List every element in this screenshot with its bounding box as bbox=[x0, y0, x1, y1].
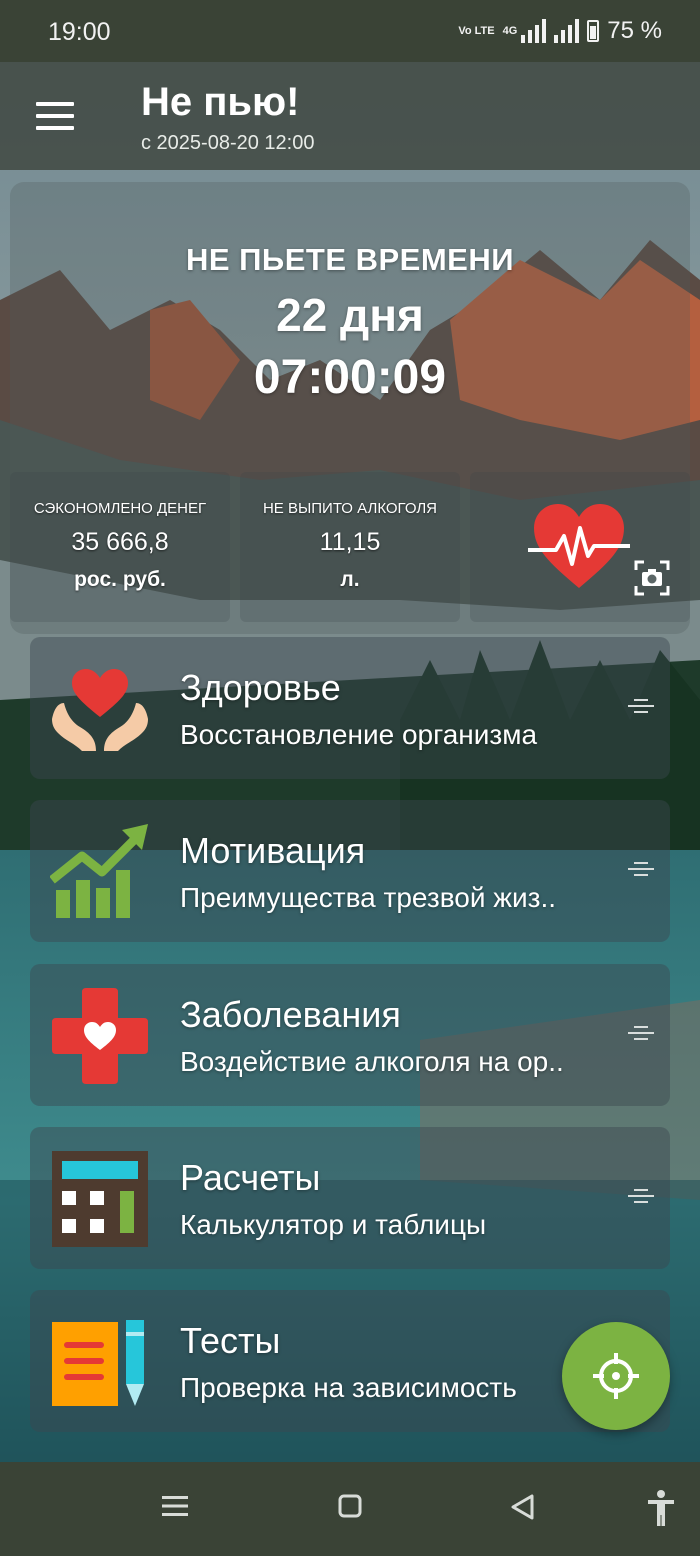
status-time: 19:00 bbox=[48, 18, 111, 46]
card-title: Здоровье bbox=[180, 667, 341, 708]
drag-handle-icon[interactable] bbox=[628, 862, 654, 882]
medical-cross-icon bbox=[52, 988, 148, 1084]
stat-unit: л. bbox=[340, 568, 360, 591]
heart-pulse-icon bbox=[528, 504, 630, 588]
card-title: Расчеты bbox=[180, 1157, 321, 1198]
battery-icon bbox=[587, 20, 600, 42]
drag-handle-icon[interactable] bbox=[628, 1189, 654, 1209]
signal-strength-2-icon bbox=[554, 19, 580, 43]
battery-percent: 75 % bbox=[607, 17, 662, 44]
back-icon[interactable] bbox=[510, 1494, 536, 1520]
stat-value: 11,15 bbox=[319, 528, 381, 556]
app-bar: Не пью! с 2025-08-20 12:00 bbox=[0, 62, 700, 170]
timer-days: 22 дня bbox=[276, 289, 424, 341]
calculator-icon bbox=[52, 1151, 148, 1247]
stat-value: 35 666,8 bbox=[71, 528, 169, 556]
app-subtitle: с 2025-08-20 12:00 bbox=[141, 132, 315, 154]
status-icons: Vo LTE 4G 75 % bbox=[458, 17, 662, 45]
notepad-pencil-icon bbox=[52, 1320, 144, 1406]
camera-icon[interactable] bbox=[634, 560, 670, 596]
system-navigation-bar bbox=[0, 1462, 700, 1556]
sobriety-timer-card: НЕ ПЬЕТЕ ВРЕМЕНИ 22 дня 07:00:09 СЭКОНОМ… bbox=[10, 182, 690, 634]
crosshair-fab-button[interactable] bbox=[562, 1322, 670, 1430]
stat-alcohol-not-drunk: НЕ ВЫПИТО АЛКОГОЛЯ 11,15 л. bbox=[240, 472, 460, 622]
card-description: Проверка на зависимость bbox=[180, 1372, 517, 1403]
card-health[interactable]: Здоровье Восстановление организма bbox=[30, 637, 670, 779]
heart-hands-icon bbox=[52, 669, 148, 751]
stat-money-saved: СЭКОНОМЛЕНО ДЕНЕГ 35 666,8 рос. руб. bbox=[10, 472, 230, 622]
recents-icon[interactable] bbox=[162, 1494, 188, 1518]
card-title: Заболевания bbox=[180, 994, 401, 1035]
stat-title: НЕ ВЫПИТО АЛКОГОЛЯ bbox=[262, 500, 438, 517]
card-description: Преимущества трезвой жиз.. bbox=[180, 882, 557, 913]
card-description: Восстановление организма bbox=[180, 719, 538, 750]
card-title: Тесты bbox=[180, 1320, 281, 1361]
status-bar: 19:00 Vo LTE 4G 75 % bbox=[0, 0, 700, 62]
crosshair-icon bbox=[593, 1353, 639, 1399]
growth-chart-icon bbox=[50, 824, 148, 918]
card-description: Калькулятор и таблицы bbox=[180, 1209, 487, 1240]
timer-label: НЕ ПЬЕТЕ ВРЕМЕНИ bbox=[185, 242, 515, 277]
timer-clock: 07:00:09 bbox=[253, 351, 447, 404]
network-type-label: 4G bbox=[502, 25, 518, 37]
drag-handle-icon[interactable] bbox=[628, 699, 654, 719]
card-diseases[interactable]: Заболевания Воздействие алкоголя на ор.. bbox=[30, 964, 670, 1106]
volte-badge: Vo LTE bbox=[458, 25, 495, 37]
stat-title: СЭКОНОМЛЕНО ДЕНЕГ bbox=[33, 500, 207, 517]
stat-unit: рос. руб. bbox=[74, 568, 166, 591]
home-icon[interactable] bbox=[338, 1494, 362, 1518]
card-motivation[interactable]: Мотивация Преимущества трезвой жиз.. bbox=[30, 800, 670, 942]
signal-strength-icon bbox=[521, 19, 547, 43]
accessibility-icon[interactable] bbox=[646, 1490, 676, 1526]
card-description: Воздействие алкоголя на ор.. bbox=[180, 1046, 564, 1077]
drag-handle-icon[interactable] bbox=[628, 1026, 654, 1046]
hamburger-menu-icon[interactable] bbox=[36, 102, 74, 130]
card-calculations[interactable]: Расчеты Калькулятор и таблицы bbox=[30, 1127, 670, 1269]
card-title: Мотивация bbox=[180, 830, 366, 871]
app-title: Не пью! bbox=[141, 80, 300, 124]
